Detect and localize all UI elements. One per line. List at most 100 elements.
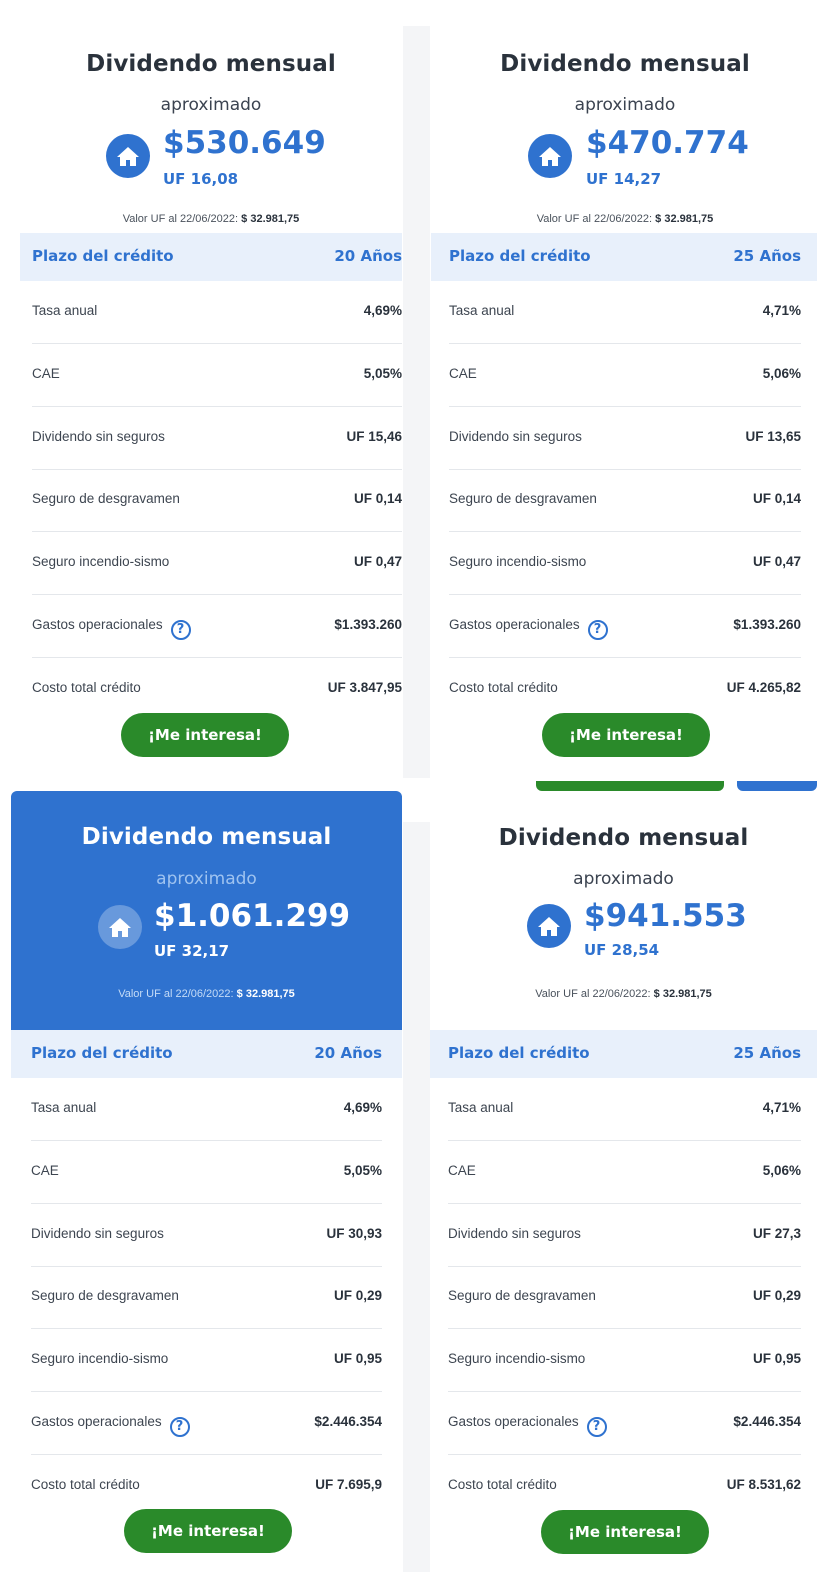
monthly-uf: UF 14,27: [586, 170, 662, 188]
row-label: Gastos operacionales?: [449, 617, 608, 640]
card-header: Dividendo mensual aproximado $1.061.299 …: [11, 791, 402, 1030]
card-title: Dividendo mensual: [498, 825, 749, 851]
row-value: UF 0,29: [333, 1288, 382, 1303]
detail-row: CAE 5,05%: [31, 1141, 382, 1204]
uf-note-label: Valor UF al 22/06/2022:: [122, 213, 239, 225]
row-label: Dividendo sin seguros: [448, 1226, 581, 1241]
detail-row: Seguro de desgravamen UF 0,29: [448, 1266, 801, 1329]
row-value: 5,05%: [363, 366, 402, 381]
detail-row: Tasa anual 4,69%: [31, 1078, 382, 1141]
detail-row: Tasa anual 4,71%: [448, 1078, 801, 1141]
card-title: Dividendo mensual: [81, 824, 332, 850]
detail-row: Costo total crédito UF 3.847,95: [32, 658, 402, 721]
house-icon: [98, 905, 142, 949]
row-label: Tasa anual: [31, 1100, 97, 1115]
me-interesa-button[interactable]: ¡Me interesa!: [541, 1510, 709, 1554]
uf-note-value: $ 32.981,75: [241, 213, 300, 225]
monthly-amount: $1.061.299: [154, 898, 351, 934]
row-value: 4,69%: [343, 1100, 382, 1115]
house-icon: [106, 134, 150, 178]
monthly-amount: $941.553: [584, 898, 747, 934]
term-header: Plazo del crédito 20 Años: [11, 1030, 402, 1078]
house-icon: [528, 134, 572, 178]
detail-row: Tasa anual 4,69%: [32, 281, 402, 344]
card-header: Dividendo mensual aproximado $470.774 UF…: [431, 25, 801, 232]
term-label: Plazo del crédito: [449, 247, 591, 265]
row-label: Tasa anual: [32, 303, 98, 318]
row-label: Gastos operacionales?: [31, 1414, 190, 1437]
card-subtitle: aproximado: [573, 869, 674, 889]
me-interesa-button[interactable]: ¡Me interesa!: [124, 1509, 292, 1553]
monthly-uf: UF 32,17: [154, 942, 230, 960]
row-label: Seguro incendio-sismo: [32, 554, 170, 569]
term-value: 25 Años: [733, 1044, 801, 1062]
detail-row: CAE 5,06%: [448, 1141, 801, 1204]
row-value: UF 13,65: [745, 429, 801, 444]
detail-row: Costo total crédito UF 8.531,62: [448, 1455, 801, 1518]
me-interesa-button[interactable]: ¡Me interesa!: [542, 713, 710, 757]
term-label: Plazo del crédito: [448, 1044, 590, 1062]
detail-row: Gastos operacionales? $1.393.260: [449, 595, 801, 658]
uf-value-note: Valor UF al 22/06/2022: $ 32.981,75: [20, 213, 402, 225]
row-value: 5,06%: [762, 1163, 801, 1178]
term-header: Plazo del crédito 25 Años: [431, 233, 817, 281]
row-value: $2.446.354: [314, 1414, 382, 1429]
row-label: Dividendo sin seguros: [449, 429, 582, 444]
me-interesa-button[interactable]: ¡Me interesa!: [121, 713, 289, 757]
row-label: Costo total crédito: [449, 680, 558, 695]
uf-value-note: Valor UF al 22/06/2022: $ 32.981,75: [11, 988, 402, 1000]
partial-blue-bar: [737, 781, 817, 791]
divider-strip: [403, 822, 430, 1572]
row-value: UF 0,95: [752, 1351, 801, 1366]
row-value: UF 15,46: [346, 429, 402, 444]
detail-row: Seguro incendio-sismo UF 0,47: [32, 532, 402, 595]
help-circle-icon[interactable]: ?: [170, 620, 191, 640]
offer-card-featured: Dividendo mensual aproximado $1.061.299 …: [11, 791, 402, 1553]
row-label: CAE: [448, 1163, 476, 1178]
detail-row: CAE 5,05%: [32, 344, 402, 407]
row-label: Seguro de desgravamen: [31, 1288, 179, 1303]
house-icon: [527, 904, 571, 948]
term-value: 20 Años: [334, 247, 402, 265]
row-value: UF 0,14: [353, 491, 402, 506]
card-header: Dividendo mensual aproximado $941.553 UF…: [430, 822, 801, 1029]
uf-note-value: $ 32.981,75: [236, 988, 295, 1000]
row-value: UF 0,29: [752, 1288, 801, 1303]
help-circle-icon[interactable]: ?: [587, 620, 608, 640]
offer-card: Dividendo mensual aproximado $470.774 UF…: [431, 25, 817, 757]
row-value: UF 30,93: [326, 1226, 382, 1241]
row-value: UF 27,3: [752, 1226, 801, 1241]
row-label: Seguro incendio-sismo: [31, 1351, 169, 1366]
row-value: UF 0,47: [353, 554, 402, 569]
uf-value-note: Valor UF al 22/06/2022: $ 32.981,75: [449, 213, 801, 225]
row-label: Costo total crédito: [448, 1477, 557, 1492]
row-label: Gastos operacionales?: [448, 1414, 607, 1437]
row-label: Costo total crédito: [31, 1477, 140, 1492]
detail-row: Seguro de desgravamen UF 0,14: [449, 469, 801, 532]
row-value: 4,71%: [762, 1100, 801, 1115]
detail-row: Dividendo sin seguros UF 27,3: [448, 1204, 801, 1267]
row-label: Gastos operacionales?: [32, 617, 191, 640]
row-label: Dividendo sin seguros: [31, 1226, 164, 1241]
help-circle-icon[interactable]: ?: [169, 1417, 190, 1437]
monthly-amount: $530.649: [163, 125, 326, 161]
row-value: 5,05%: [343, 1163, 382, 1178]
offer-card: Dividendo mensual aproximado $941.553 UF…: [430, 822, 817, 1554]
term-header: Plazo del crédito 20 Años: [20, 233, 402, 281]
detail-row: Tasa anual 4,71%: [449, 281, 801, 344]
row-label: Tasa anual: [448, 1100, 514, 1115]
card-header: Dividendo mensual aproximado $530.649 UF…: [20, 25, 402, 232]
row-value: $1.393.260: [334, 617, 402, 632]
row-label-text: Gastos operacionales: [32, 617, 163, 632]
detail-row: Seguro de desgravamen UF 0,29: [31, 1266, 382, 1329]
term-label: Plazo del crédito: [32, 247, 174, 265]
detail-row: Gastos operacionales? $2.446.354: [31, 1392, 382, 1455]
detail-row: Dividendo sin seguros UF 13,65: [449, 407, 801, 470]
uf-note-label: Valor UF al 22/06/2022:: [535, 988, 651, 1000]
row-label: CAE: [32, 366, 60, 381]
row-label: Dividendo sin seguros: [32, 429, 165, 444]
row-label: Seguro incendio-sismo: [449, 554, 587, 569]
monthly-uf: UF 28,54: [584, 941, 660, 959]
help-circle-icon[interactable]: ?: [586, 1417, 607, 1437]
row-label-text: Gastos operacionales: [448, 1414, 579, 1429]
